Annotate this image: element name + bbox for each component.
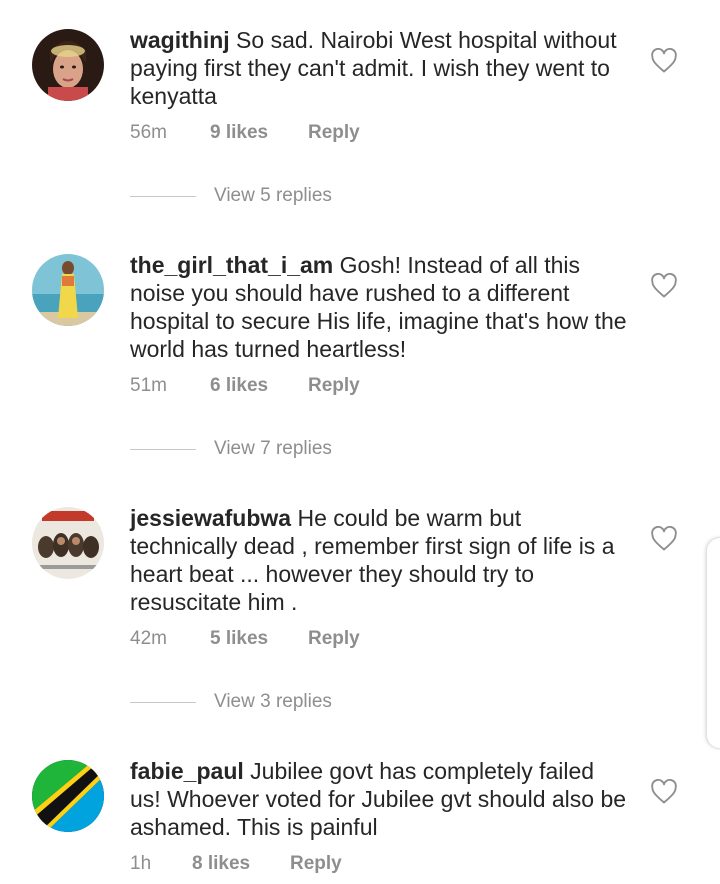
profile-photo-woman bbox=[32, 29, 104, 101]
comment-text: fabie_paul Jubilee govt has completely f… bbox=[130, 757, 630, 841]
profile-photo-monkeys bbox=[32, 507, 104, 579]
comment-username[interactable]: wagithinj bbox=[130, 27, 230, 53]
heart-outline-icon[interactable] bbox=[650, 525, 678, 552]
comment-text: wagithinj So sad. Nairobi West hospital … bbox=[130, 26, 630, 110]
avatar[interactable] bbox=[32, 760, 104, 832]
view-replies-label: View 5 replies bbox=[214, 185, 332, 206]
comment-username[interactable]: fabie_paul bbox=[130, 758, 244, 784]
avatar[interactable] bbox=[32, 29, 104, 101]
comment-meta: 51m 6 likes Reply bbox=[130, 375, 360, 397]
heart-outline-icon[interactable] bbox=[650, 47, 678, 74]
comment-text: jessiewafubwa He could be warm but techn… bbox=[130, 504, 630, 616]
view-replies-label: View 3 replies bbox=[214, 691, 332, 712]
comment-text: the_girl_that_i_am Gosh! Instead of all … bbox=[130, 251, 630, 363]
comment-time: 56m bbox=[130, 122, 167, 143]
comment-time: 51m bbox=[130, 375, 167, 396]
reply-button[interactable]: Reply bbox=[290, 853, 342, 875]
comment-time: 42m bbox=[130, 628, 167, 649]
reply-button[interactable]: Reply bbox=[308, 375, 360, 397]
side-panel-handle[interactable] bbox=[706, 537, 720, 749]
comment-meta: 42m 5 likes Reply bbox=[130, 628, 360, 650]
avatar[interactable] bbox=[32, 507, 104, 579]
divider bbox=[130, 195, 196, 197]
view-replies-label: View 7 replies bbox=[214, 438, 332, 459]
comment-likes[interactable]: 8 likes bbox=[192, 853, 290, 875]
profile-photo-beach bbox=[32, 254, 104, 326]
comment-meta: 1h 8 likes Reply bbox=[130, 853, 342, 875]
divider bbox=[130, 448, 196, 450]
comment-likes[interactable]: 9 likes bbox=[210, 122, 308, 144]
view-replies-button[interactable]: View 5 replies bbox=[130, 185, 332, 207]
reply-button[interactable]: Reply bbox=[308, 628, 360, 650]
reply-button[interactable]: Reply bbox=[308, 122, 360, 144]
comment-username[interactable]: the_girl_that_i_am bbox=[130, 252, 333, 278]
comment-username[interactable]: jessiewafubwa bbox=[130, 505, 291, 531]
view-replies-button[interactable]: View 3 replies bbox=[130, 691, 332, 713]
divider bbox=[130, 701, 196, 703]
heart-outline-icon[interactable] bbox=[650, 778, 678, 805]
view-replies-button[interactable]: View 7 replies bbox=[130, 438, 332, 460]
tanzania-flag bbox=[32, 760, 104, 832]
comment-likes[interactable]: 6 likes bbox=[210, 375, 308, 397]
avatar[interactable] bbox=[32, 254, 104, 326]
heart-outline-icon[interactable] bbox=[650, 272, 678, 299]
comment-time: 1h bbox=[130, 853, 152, 874]
comment-likes[interactable]: 5 likes bbox=[210, 628, 308, 650]
comment-meta: 56m 9 likes Reply bbox=[130, 122, 360, 144]
